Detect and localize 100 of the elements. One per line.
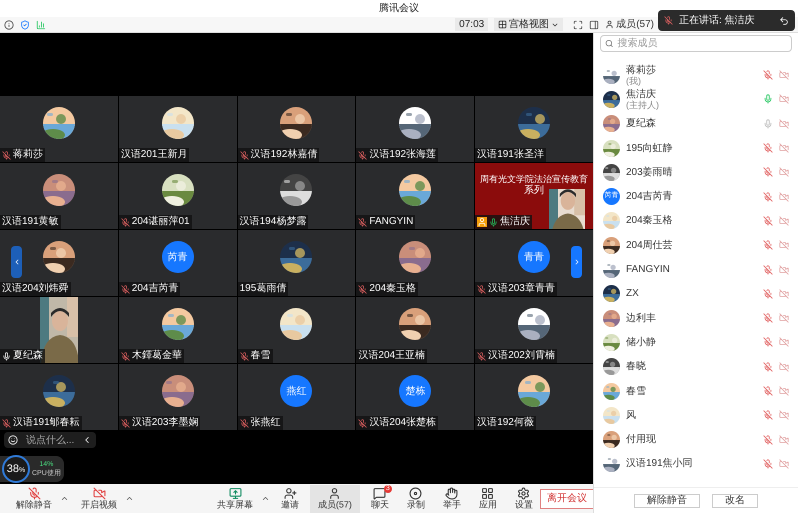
next-page-button[interactable] <box>571 246 582 278</box>
participant-name: 汉语203李墨娴 <box>132 418 198 428</box>
video-off-icon <box>779 192 789 202</box>
member-name: 蒋莉莎 <box>626 64 657 76</box>
video-off-icon <box>779 94 789 104</box>
member-row[interactable]: 夏纪森 <box>594 112 798 136</box>
panel-button[interactable]: 改名 <box>712 494 758 508</box>
window-title: 腾讯会议 <box>379 2 419 16</box>
member-row[interactable]: 195向虹静 <box>594 136 798 160</box>
member-name: 204秦玉格 <box>626 215 674 226</box>
member-name: 焦洁庆 <box>626 88 657 100</box>
view-dropdown[interactable]: 宫格视图 <box>494 18 564 31</box>
chat-placeholder[interactable]: 说点什么... <box>22 432 78 448</box>
invite-icon <box>284 486 296 500</box>
participant-name: 张燕红 <box>250 418 281 428</box>
member-name: 204周仕芸 <box>626 240 674 251</box>
back-icon[interactable] <box>779 16 789 26</box>
member-name: 边利丰 <box>626 312 657 324</box>
member-name: 195向虹静 <box>626 142 674 154</box>
shield-icon[interactable] <box>20 20 30 30</box>
caret-icon[interactable] <box>125 494 134 503</box>
participant-name: FANGYIN <box>369 217 414 227</box>
hand-icon <box>445 486 458 500</box>
video-off-icon <box>779 167 789 178</box>
member-row[interactable]: 风 <box>594 403 798 428</box>
search-field[interactable]: 搜索成员 <box>600 35 792 52</box>
members-toggle[interactable]: 成员(57) <box>605 17 654 32</box>
participant-name: 汉语191张圣洋 <box>477 150 544 160</box>
member-row[interactable]: FANGYIN <box>594 257 798 282</box>
member-row[interactable]: 春晓 <box>594 354 798 379</box>
participant-name: 木鐸葛金華 <box>132 351 182 361</box>
video-off-icon <box>779 240 789 250</box>
member-row[interactable]: 焦洁庆 (主持人) <box>594 87 798 112</box>
participant-name: 焦洁庆 <box>500 217 530 227</box>
video-off-icon <box>779 216 789 226</box>
mic-muted-icon <box>664 16 673 25</box>
apps-button[interactable]: 应用 <box>472 484 504 512</box>
video-off-icon <box>779 118 789 129</box>
member-row[interactable]: 储小静 <box>594 330 798 355</box>
participant-name: 204谌丽萍01 <box>132 217 190 227</box>
member-name: 付用现 <box>626 434 657 446</box>
fullscreen-icon[interactable] <box>573 20 584 30</box>
video-off-icon <box>779 362 789 372</box>
member-row[interactable]: 204秦玉格 <box>594 208 798 234</box>
info-icon[interactable] <box>4 20 14 30</box>
participant-name: 汉语192张海莲 <box>369 150 436 160</box>
chat-input-bar[interactable]: 说点什么... <box>4 432 96 448</box>
initials-avatar: 芮青 <box>162 241 194 273</box>
member-name: FANGYIN <box>626 264 671 276</box>
unmute-button[interactable]: 解除静音 <box>8 484 60 512</box>
video-button[interactable]: 开启视频 <box>73 484 125 512</box>
participant-name: 汉语204王亚楠 <box>358 351 426 361</box>
raise-hand-button[interactable]: 举手 <box>436 484 468 512</box>
panel-button[interactable]: 解除静音 <box>634 494 700 508</box>
search-icon <box>605 39 614 48</box>
video-off-icon <box>779 434 789 445</box>
member-row[interactable]: 汉语191焦小同 <box>594 452 798 476</box>
slide-title: 周有光文学院法治宣传教育 <box>480 175 588 184</box>
participant-name: 汉语202刘霄楠 <box>488 351 555 361</box>
caret-icon[interactable] <box>60 494 69 503</box>
video-off-icon <box>779 410 789 420</box>
participant-name: 春雪 <box>250 351 271 361</box>
video-off-icon <box>779 337 789 348</box>
chat-icon <box>373 486 386 500</box>
member-row[interactable]: 203姜雨晴 <box>594 160 798 184</box>
member-row[interactable]: ZX <box>594 282 798 306</box>
member-name: 204吉芮青 <box>626 191 674 202</box>
meeting-timer: 07:03 <box>455 18 488 31</box>
share-screen-button[interactable]: 共享屏幕 <box>209 484 261 512</box>
initials-avatar: 燕红 <box>280 375 312 407</box>
mic-icon <box>28 486 40 500</box>
participant-name: 汉语194杨梦露 <box>240 217 306 227</box>
leave-meeting-button[interactable]: 离开会议 <box>540 488 594 508</box>
settings-icon <box>517 486 530 500</box>
participant-name: 汉语191郇春耘 <box>13 418 80 428</box>
member-name: 203姜雨晴 <box>626 166 674 178</box>
settings-button[interactable]: 设置 <box>508 484 540 512</box>
video-off-icon <box>779 288 789 299</box>
video-off-icon <box>779 458 789 469</box>
member-name: 汉语191焦小同 <box>626 458 694 470</box>
panel-icon[interactable] <box>589 20 600 30</box>
member-row[interactable]: 204周仕芸 <box>594 233 798 258</box>
apps-icon <box>481 486 494 500</box>
emoji-icon[interactable] <box>8 435 18 445</box>
invite-button[interactable]: 邀请 <box>274 484 306 512</box>
members-button[interactable]: 成员(57) <box>310 484 360 512</box>
member-row[interactable]: 蒋莉莎 (我) <box>594 63 798 88</box>
share-icon <box>228 486 242 500</box>
search-input[interactable]: 搜索成员 <box>617 36 787 51</box>
participant-name: 汉语191黄敏 <box>2 217 59 227</box>
member-role: (我) <box>626 76 642 86</box>
member-name: 储小静 <box>626 336 657 348</box>
caret-icon[interactable] <box>261 494 270 503</box>
member-row[interactable]: 付用现 <box>594 427 798 452</box>
participant-name: 汉语204张楚栋 <box>369 418 436 428</box>
member-row[interactable]: 边利丰 <box>594 306 798 330</box>
record-button[interactable]: 录制 <box>400 484 432 512</box>
toast-text: 正在讲话: 焦洁庆 <box>679 14 756 28</box>
member-row[interactable]: 春雪 <box>594 378 798 404</box>
participant-name: 汉语204刘炜舜 <box>2 284 69 294</box>
